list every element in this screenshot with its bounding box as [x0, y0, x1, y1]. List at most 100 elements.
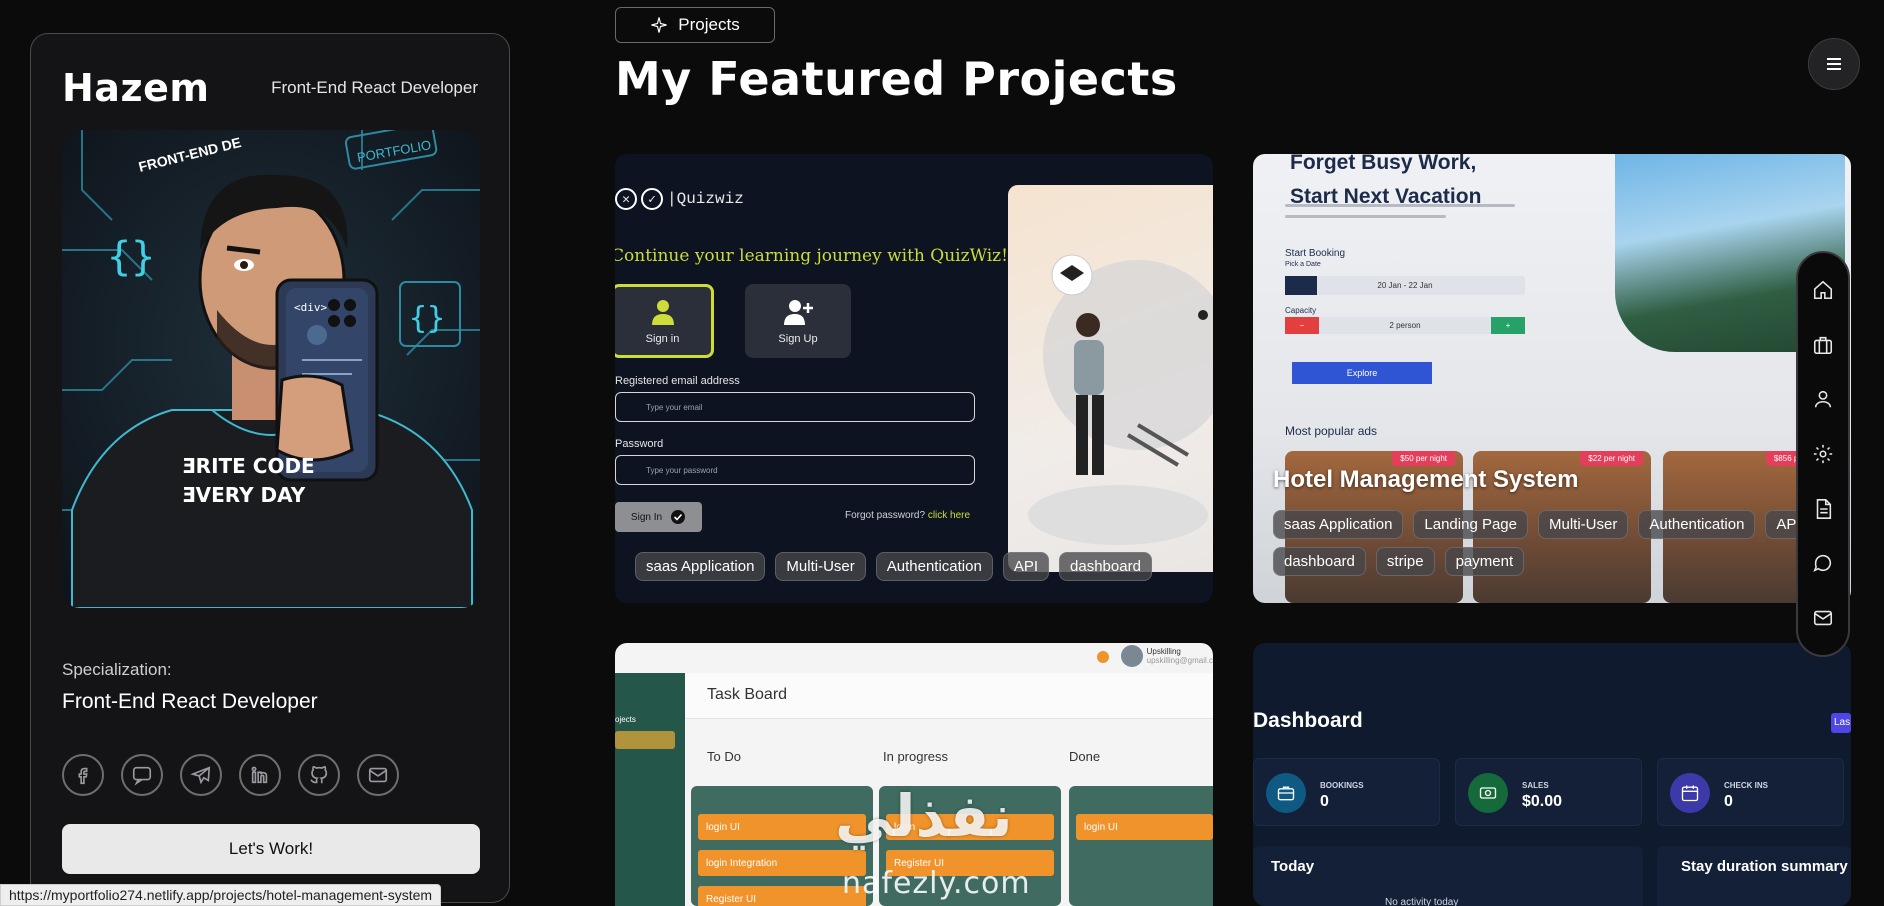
- quizwiz-heading: Continue your learning journey with Quiz…: [615, 246, 1008, 266]
- hotel-start-booking: Start Booking Pick a Date: [1285, 248, 1345, 268]
- profile-role: Front-End React Developer: [271, 78, 478, 97]
- tag[interactable]: API: [1002, 552, 1050, 581]
- quizwiz-password-label: Password: [615, 438, 664, 450]
- lets-work-button[interactable]: Let's Work!: [62, 824, 480, 874]
- hotel-price: $50 per night: [1392, 451, 1455, 466]
- nav-contact[interactable]: [1811, 606, 1835, 630]
- project-card-dashboard[interactable]: Dashboard Las BOOKINGS 0 SALES $0.00 CHE…: [1253, 643, 1851, 906]
- hotel-date-range-value: 20 Jan - 22 Jan: [1377, 281, 1433, 290]
- taskboard-sidebar: ojects: [615, 673, 685, 906]
- tag[interactable]: Multi-User: [1538, 510, 1629, 539]
- tag[interactable]: dashboard: [1059, 552, 1152, 581]
- hotel-headline-1: Forget Busy Work,: [1290, 154, 1477, 174]
- plus-icon: +: [1490, 317, 1525, 334]
- hotel-tags: saas Application Landing Page Multi-User…: [1273, 510, 1851, 576]
- banknote-icon: [1468, 773, 1508, 813]
- nav-resume[interactable]: [1811, 497, 1835, 521]
- specialization-value: Front-End React Developer: [62, 690, 318, 713]
- task-card: Register UI: [698, 886, 866, 906]
- social-links: [62, 754, 478, 796]
- email-link[interactable]: [357, 754, 399, 796]
- stat-label: SALES: [1522, 781, 1549, 790]
- user-tie-icon: [651, 300, 674, 325]
- tag[interactable]: payment: [1444, 547, 1525, 576]
- quizwiz-logo: ✕ ✓ |Quizwiz: [615, 188, 744, 210]
- menu-button[interactable]: [1808, 38, 1860, 90]
- quizwiz-password-placeholder: Type your password: [646, 465, 718, 475]
- profile-name: Hazem: [62, 66, 210, 110]
- project-card-quizwiz[interactable]: ✕ ✓ |Quizwiz Continue your learning journ…: [615, 154, 1213, 603]
- projects-pill-label: Projects: [678, 15, 740, 34]
- briefcase-icon: [1813, 336, 1833, 354]
- profile-card: Hazem Front-End React Developer FRONT-EN…: [30, 33, 510, 903]
- taskboard-col-done: Done: [1069, 749, 1101, 764]
- document-icon: [1816, 498, 1832, 519]
- quizwiz-forgot: Forgot password? click here: [845, 510, 970, 521]
- quizwiz-signin-label: Sign In: [630, 511, 663, 523]
- nav-testimonials[interactable]: [1811, 551, 1835, 575]
- calendar-icon: [1670, 773, 1710, 813]
- nav-services[interactable]: [1811, 333, 1835, 357]
- stat-value: 0: [1724, 793, 1733, 810]
- dashboard-no-activity: No activity today: [1385, 897, 1459, 906]
- tag[interactable]: Landing Page: [1413, 510, 1528, 539]
- linkedin-icon: [251, 766, 268, 784]
- tag[interactable]: stripe: [1375, 547, 1435, 576]
- check-circle-icon: [671, 510, 686, 524]
- hotel-subtext: [1285, 204, 1515, 230]
- quizwiz-password-input: Type your password: [615, 455, 975, 485]
- settings-icon: [1813, 444, 1833, 464]
- taskboard-col-progress: In progress: [883, 749, 949, 764]
- taskboard-title: Task Board: [707, 686, 788, 703]
- watermark-latin: nafezly.com: [842, 866, 1031, 901]
- taskboard-lane-done: login UI: [1069, 786, 1213, 906]
- dashboard-title: Dashboard: [1253, 709, 1363, 732]
- svg-text:{}: {}: [409, 301, 445, 336]
- nav-skills[interactable]: [1811, 442, 1835, 466]
- sparkle-icon: [651, 17, 667, 33]
- dashboard-stay-title: Stay duration summary: [1681, 858, 1848, 875]
- chat-icon: [132, 766, 152, 786]
- user-icon: [1814, 391, 1832, 408]
- minus-icon: −: [1285, 317, 1319, 334]
- hoodie-text-2: ƎVERY DAY: [182, 483, 306, 507]
- student-illustration: [1028, 254, 1213, 545]
- linkedin-link[interactable]: [239, 754, 281, 796]
- bell-icon: [1097, 651, 1109, 663]
- hotel-capacity-label: Capacity: [1285, 306, 1317, 315]
- facebook-link[interactable]: [62, 754, 104, 796]
- nav-about[interactable]: [1811, 387, 1835, 411]
- quizwiz-signup-tab-label: Sign Up: [778, 333, 818, 345]
- hamburger-icon: [1827, 58, 1841, 70]
- quizwiz-email-placeholder: Type your email: [646, 402, 703, 412]
- tag[interactable]: Authentication: [1638, 510, 1756, 539]
- hotel-popular-label: Most popular ads: [1285, 424, 1378, 438]
- svg-text:{}: {}: [107, 234, 155, 280]
- browser-status-url: https://myportfolio274.netlify.app/proje…: [0, 884, 442, 906]
- task-card: login UI: [1076, 814, 1213, 840]
- specialization-label: Specialization:: [62, 660, 172, 679]
- quizwiz-forgot-text: Forgot password?: [845, 510, 926, 521]
- stat-sales: SALES $0.00: [1455, 758, 1642, 826]
- tag[interactable]: saas Application: [1273, 510, 1404, 539]
- quizwiz-illustration: [1008, 185, 1213, 572]
- dashboard-today-title: Today: [1271, 858, 1315, 875]
- user-plus-icon: [784, 300, 813, 325]
- telegram-link[interactable]: [180, 754, 222, 796]
- quizwiz-signup-tab: Sign Up: [745, 284, 851, 358]
- github-icon: [310, 765, 328, 784]
- hotel-date-range: 20 Jan - 22 Jan: [1285, 276, 1525, 295]
- chat-link[interactable]: [121, 754, 163, 796]
- stat-value: 0: [1320, 793, 1329, 810]
- project-card-hotel[interactable]: Forget Busy Work, Start Next Vacation St…: [1253, 154, 1851, 603]
- hotel-price: $22 per night: [1580, 451, 1643, 466]
- nav-home[interactable]: [1811, 278, 1835, 302]
- tag[interactable]: saas Application: [635, 552, 766, 581]
- tag[interactable]: Multi-User: [775, 552, 866, 581]
- tag[interactable]: Authentication: [875, 552, 993, 581]
- stat-value: $0.00: [1522, 793, 1563, 810]
- quizwiz-signin-tab-label: Sign in: [645, 333, 680, 345]
- tag[interactable]: dashboard: [1273, 547, 1366, 576]
- mail-icon: [1813, 610, 1833, 625]
- github-link[interactable]: [298, 754, 340, 796]
